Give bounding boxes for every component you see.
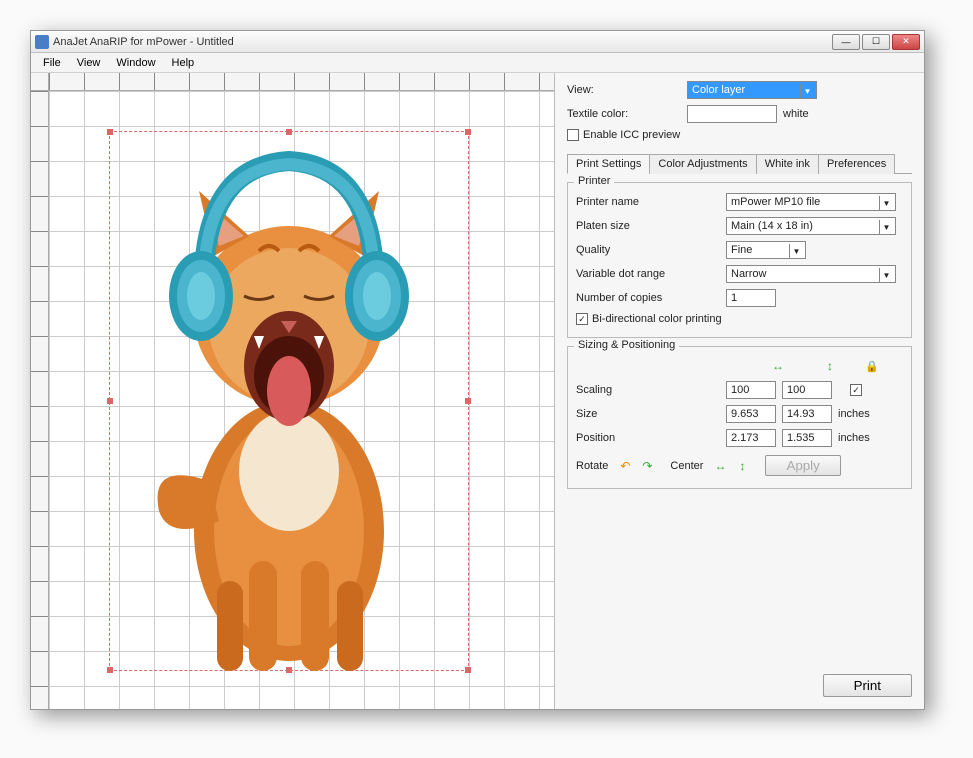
printer-name-dropdown[interactable]: mPower MP10 file ▼: [726, 193, 896, 211]
sizing-group-title: Sizing & Positioning: [574, 339, 679, 351]
scaling-height-input[interactable]: 100: [782, 381, 832, 399]
center-horizontal-button[interactable]: ↔: [711, 457, 729, 475]
scaling-width-input[interactable]: 100: [726, 381, 776, 399]
width-axis-icon: ↔: [769, 357, 787, 375]
copies-input[interactable]: 1: [726, 289, 776, 307]
center-label: Center: [670, 460, 703, 472]
tab-preferences[interactable]: Preferences: [818, 154, 895, 174]
height-axis-icon: ↕: [821, 357, 839, 375]
variable-dot-label: Variable dot range: [576, 268, 726, 280]
menu-view[interactable]: View: [69, 55, 109, 71]
position-units: inches: [838, 432, 870, 444]
variable-dot-dropdown[interactable]: Narrow ▼: [726, 265, 896, 283]
printer-group: Printer Printer name mPower MP10 file ▼ …: [567, 182, 912, 338]
ruler-vertical: [31, 91, 49, 709]
tabs: Print Settings Color Adjustments White i…: [567, 153, 912, 174]
position-y-input[interactable]: 1.535: [782, 429, 832, 447]
bidirectional-checkbox[interactable]: ✓: [576, 313, 588, 325]
quality-label: Quality: [576, 244, 726, 256]
lock-aspect-icon[interactable]: 🔒: [863, 357, 881, 375]
chevron-down-icon: ▼: [879, 220, 893, 234]
tab-print-settings[interactable]: Print Settings: [567, 154, 650, 174]
icc-preview-label: Enable ICC preview: [583, 129, 680, 141]
ruler-corner: [31, 73, 49, 91]
scaling-lock-checkbox[interactable]: ✓: [850, 384, 862, 396]
size-height-input[interactable]: 14.93: [782, 405, 832, 423]
tab-color-adjustments[interactable]: Color Adjustments: [649, 154, 756, 174]
bidirectional-label: Bi-directional color printing: [592, 313, 722, 325]
chevron-down-icon: ▼: [879, 268, 893, 282]
size-width-input[interactable]: 9.653: [726, 405, 776, 423]
copies-label: Number of copies: [576, 292, 726, 304]
chevron-down-icon: ▼: [800, 84, 814, 98]
size-units: inches: [838, 408, 870, 420]
close-button[interactable]: ✕: [892, 34, 920, 50]
maximize-button[interactable]: ☐: [862, 34, 890, 50]
position-x-input[interactable]: 2.173: [726, 429, 776, 447]
view-label: View:: [567, 84, 687, 96]
platen-grid[interactable]: [49, 91, 554, 709]
minimize-button[interactable]: —: [832, 34, 860, 50]
printer-group-title: Printer: [574, 175, 614, 187]
settings-panel: View: Color layer ▼ Textile color: white…: [554, 73, 924, 709]
platen-size-label: Platen size: [576, 220, 726, 232]
platen-size-dropdown[interactable]: Main (14 x 18 in) ▼: [726, 217, 896, 235]
icc-preview-checkbox[interactable]: [567, 129, 579, 141]
print-button[interactable]: Print: [823, 674, 912, 697]
rotate-cw-button[interactable]: ↷: [638, 457, 656, 475]
app-icon: [35, 35, 49, 49]
apply-button[interactable]: Apply: [765, 455, 840, 476]
textile-color-swatch[interactable]: [687, 105, 777, 123]
textile-color-label: Textile color:: [567, 108, 687, 120]
printer-name-label: Printer name: [576, 196, 726, 208]
center-vertical-button[interactable]: ↕: [733, 457, 751, 475]
rotate-label: Rotate: [576, 460, 608, 472]
chevron-down-icon: ▼: [789, 244, 803, 258]
rotate-ccw-button[interactable]: ↶: [616, 457, 634, 475]
titlebar: AnaJet AnaRIP for mPower - Untitled — ☐ …: [31, 31, 924, 53]
app-window: AnaJet AnaRIP for mPower - Untitled — ☐ …: [30, 30, 925, 710]
window-controls: — ☐ ✕: [832, 34, 920, 50]
chevron-down-icon: ▼: [879, 196, 893, 210]
menubar: File View Window Help: [31, 53, 924, 73]
quality-dropdown[interactable]: Fine ▼: [726, 241, 806, 259]
menu-help[interactable]: Help: [164, 55, 203, 71]
window-title: AnaJet AnaRIP for mPower - Untitled: [53, 36, 832, 48]
menu-file[interactable]: File: [35, 55, 69, 71]
view-dropdown[interactable]: Color layer ▼: [687, 81, 817, 99]
textile-color-value: white: [783, 108, 809, 120]
ruler-horizontal: [49, 73, 554, 91]
menu-window[interactable]: Window: [108, 55, 163, 71]
tab-white-ink[interactable]: White ink: [756, 154, 819, 174]
size-label: Size: [576, 408, 726, 420]
scaling-label: Scaling: [576, 384, 726, 396]
position-label: Position: [576, 432, 726, 444]
content-area: View: Color layer ▼ Textile color: white…: [31, 73, 924, 709]
canvas-area[interactable]: [31, 73, 554, 709]
placed-image[interactable]: [89, 121, 489, 681]
sizing-group: Sizing & Positioning ↔ ↕ 🔒 Scaling 100 1…: [567, 346, 912, 489]
